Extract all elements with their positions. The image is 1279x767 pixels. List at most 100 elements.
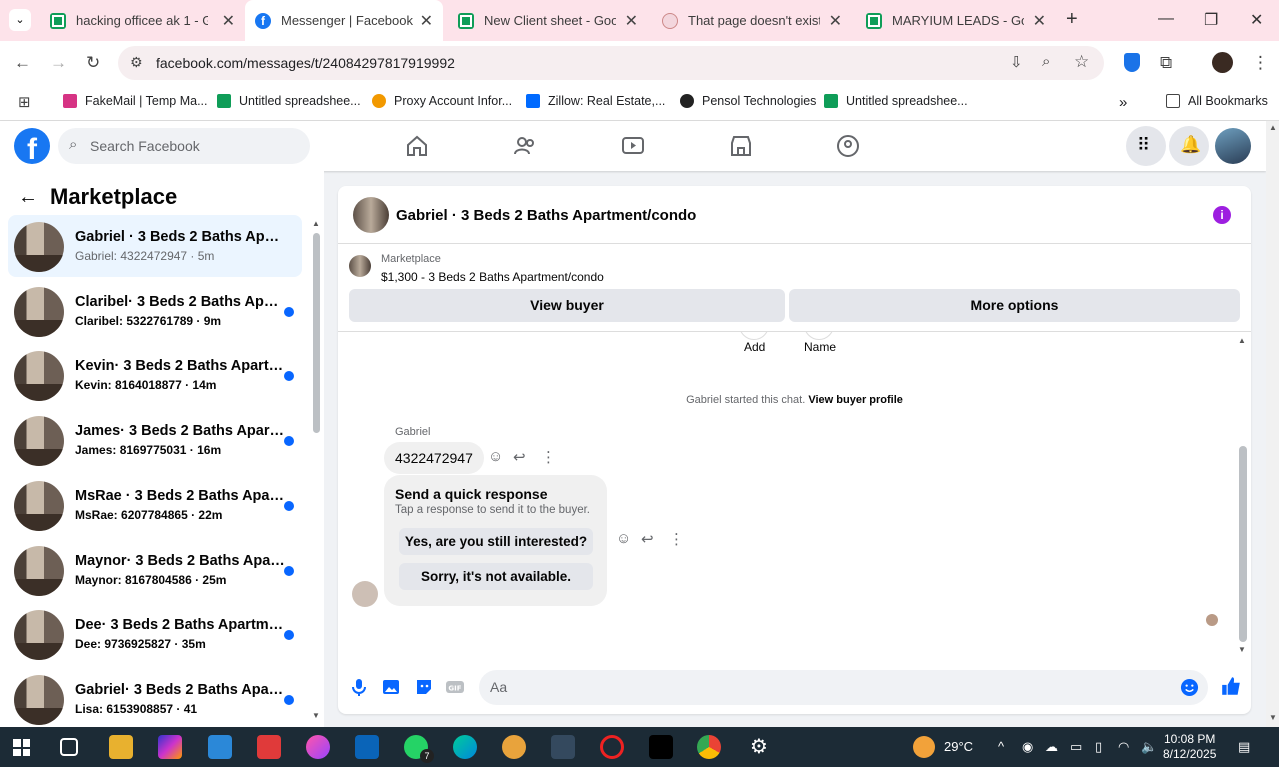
- address-bar[interactable]: ⚙ facebook.com/messages/t/24084297817919…: [118, 46, 1104, 80]
- conversation-item[interactable]: Dee· 3 Beds 2 Baths Apartmen... Dee: 9736…: [8, 603, 302, 665]
- whatsapp-icon[interactable]: 7: [404, 735, 434, 763]
- more-actions-icon[interactable]: ⋮: [669, 530, 684, 548]
- app-icon[interactable]: [551, 735, 575, 759]
- task-view-icon[interactable]: [60, 738, 78, 756]
- conversation-item[interactable]: Gabriel· 3 Beds 2 Baths Apart... Lisa: 61…: [8, 668, 302, 730]
- notifications-button[interactable]: 🔔: [1169, 126, 1209, 166]
- restore-icon[interactable]: ❐: [1204, 10, 1218, 30]
- marketplace-icon[interactable]: [729, 134, 753, 158]
- app-icon[interactable]: [306, 735, 330, 759]
- menu-grid-button[interactable]: ⠿: [1126, 126, 1166, 166]
- clock[interactable]: 10:08 PM 8/12/2025: [1163, 732, 1216, 762]
- close-tab-icon[interactable]: ✕: [222, 11, 235, 31]
- add-contact-circle[interactable]: [739, 332, 769, 340]
- reload-icon[interactable]: ↻: [86, 53, 100, 73]
- page-scrollbar[interactable]: ▲ ▼: [1266, 121, 1279, 727]
- gif-icon[interactable]: GIF: [445, 677, 465, 697]
- photo-icon[interactable]: [381, 677, 401, 697]
- scroll-down-icon[interactable]: ▼: [1238, 645, 1246, 654]
- facebook-logo[interactable]: f: [14, 128, 50, 164]
- thread-scrollbar[interactable]: ▲ ▼: [1238, 336, 1248, 656]
- app-icon[interactable]: [502, 735, 526, 759]
- app-icon[interactable]: [257, 735, 281, 759]
- forward-icon[interactable]: →: [50, 53, 67, 73]
- start-icon[interactable]: [13, 739, 30, 756]
- scroll-down-icon[interactable]: ▼: [1269, 713, 1277, 722]
- conversation-item[interactable]: Claribel· 3 Beds 2 Baths Apart... Claribe…: [8, 280, 302, 342]
- settings-icon[interactable]: ⚙: [747, 735, 771, 759]
- conversation-item[interactable]: James· 3 Beds 2 Baths Apartm... James: 81…: [8, 409, 302, 471]
- profile-avatar[interactable]: [1212, 52, 1233, 73]
- microphone-icon[interactable]: [349, 677, 369, 697]
- conversation-item[interactable]: MsRae · 3 Beds 2 Baths Apart... MsRae: 62…: [8, 474, 302, 536]
- bookmark-item[interactable]: Pensol Technologies: [680, 94, 816, 108]
- file-explorer-icon[interactable]: [109, 735, 133, 759]
- store-icon[interactable]: [208, 735, 232, 759]
- browser-tab[interactable]: New Client sheet - Googl ✕: [448, 0, 648, 41]
- scroll-up-icon[interactable]: ▲: [1238, 336, 1246, 345]
- scroll-up-icon[interactable]: ▲: [312, 219, 320, 228]
- emoji-icon[interactable]: [1180, 678, 1199, 697]
- bookmark-item[interactable]: Proxy Account Infor...: [372, 94, 512, 108]
- browser-tab[interactable]: hacking officee ak 1 - Go ✕: [40, 0, 245, 41]
- scroll-down-icon[interactable]: ▼: [312, 711, 320, 720]
- listing-price[interactable]: $1,300 - 3 Beds 2 Baths Apartment/condo: [381, 270, 604, 284]
- info-icon[interactable]: i: [1213, 206, 1231, 224]
- quick-response-no[interactable]: Sorry, it's not available.: [399, 563, 593, 590]
- message-input[interactable]: Aa: [479, 670, 1208, 705]
- conversation-item[interactable]: Kevin· 3 Beds 2 Baths Apartm... Kevin: 81…: [8, 344, 302, 406]
- conversation-item[interactable]: Maynor· 3 Beds 2 Baths Apart... Maynor: 8…: [8, 539, 302, 601]
- close-tab-icon[interactable]: ✕: [829, 11, 842, 31]
- more-bookmarks-icon[interactable]: »: [1119, 94, 1127, 111]
- apps-icon[interactable]: ⊞: [18, 93, 31, 111]
- chrome-menu-icon[interactable]: ⋮: [1252, 53, 1269, 73]
- tray-chevron-icon[interactable]: ^: [998, 739, 1004, 754]
- bookmark-star-icon[interactable]: ☆: [1074, 52, 1089, 72]
- cloud-icon[interactable]: ☁: [1045, 739, 1058, 755]
- new-tab-button[interactable]: +: [1066, 8, 1078, 31]
- record-icon[interactable]: ◉: [1022, 739, 1033, 755]
- copilot-icon[interactable]: [158, 735, 182, 759]
- device-icon[interactable]: ▯: [1095, 739, 1102, 755]
- tab-search-button[interactable]: ⌄: [9, 9, 31, 31]
- quick-response-yes[interactable]: Yes, are you still interested?: [399, 528, 593, 555]
- more-options-button[interactable]: More options: [789, 289, 1240, 322]
- weather-icon[interactable]: [913, 736, 935, 758]
- outlook-icon[interactable]: [355, 735, 379, 759]
- zoom-icon[interactable]: ⌕: [1042, 53, 1050, 70]
- name-circle[interactable]: [804, 332, 834, 340]
- url-text[interactable]: facebook.com/messages/t/2408429781791999…: [156, 55, 455, 71]
- like-icon[interactable]: [1220, 675, 1242, 697]
- close-tab-icon[interactable]: ✕: [420, 11, 433, 31]
- bookmark-item[interactable]: Zillow: Real Estate,...: [526, 94, 665, 108]
- site-settings-icon[interactable]: ⚙: [130, 54, 143, 71]
- name-label[interactable]: Name: [804, 340, 836, 354]
- home-icon[interactable]: [405, 134, 429, 158]
- friends-icon[interactable]: [513, 134, 537, 158]
- opera-icon[interactable]: [600, 735, 624, 759]
- message-bubble[interactable]: 4322472947: [384, 442, 484, 474]
- temperature[interactable]: 29°C: [944, 739, 973, 754]
- close-tab-icon[interactable]: ✕: [625, 11, 638, 31]
- minimize-icon[interactable]: —: [1158, 10, 1174, 28]
- bookmark-item[interactable]: FakeMail | Temp Ma...: [63, 94, 208, 108]
- sidebar-scroll-thumb[interactable]: [313, 233, 320, 433]
- shield-extension-icon[interactable]: [1124, 53, 1140, 72]
- conversation-item[interactable]: Gabriel · 3 Beds 2 Baths Apartm... Gabrie…: [8, 215, 302, 277]
- reply-icon[interactable]: ↩: [513, 448, 526, 466]
- reply-icon[interactable]: ↩: [641, 530, 654, 548]
- browser-tab[interactable]: That page doesn't exist ( ✕: [652, 0, 852, 41]
- install-app-icon[interactable]: ⇩: [1010, 53, 1023, 71]
- wifi-icon[interactable]: ◠: [1118, 739, 1129, 755]
- chrome-icon[interactable]: [697, 735, 721, 759]
- back-icon[interactable]: ←: [14, 53, 31, 73]
- thread-scroll-thumb[interactable]: [1239, 446, 1247, 642]
- groups-icon[interactable]: [836, 134, 860, 158]
- bookmark-item[interactable]: Untitled spreadshee...: [824, 94, 968, 108]
- tiktok-icon[interactable]: [649, 735, 673, 759]
- edge-icon[interactable]: [453, 735, 477, 759]
- search-input[interactable]: ⌕ Search Facebook: [58, 128, 310, 164]
- view-buyer-button[interactable]: View buyer: [349, 289, 785, 322]
- notification-center-icon[interactable]: ▤: [1238, 739, 1250, 755]
- react-icon[interactable]: ☺: [488, 448, 503, 465]
